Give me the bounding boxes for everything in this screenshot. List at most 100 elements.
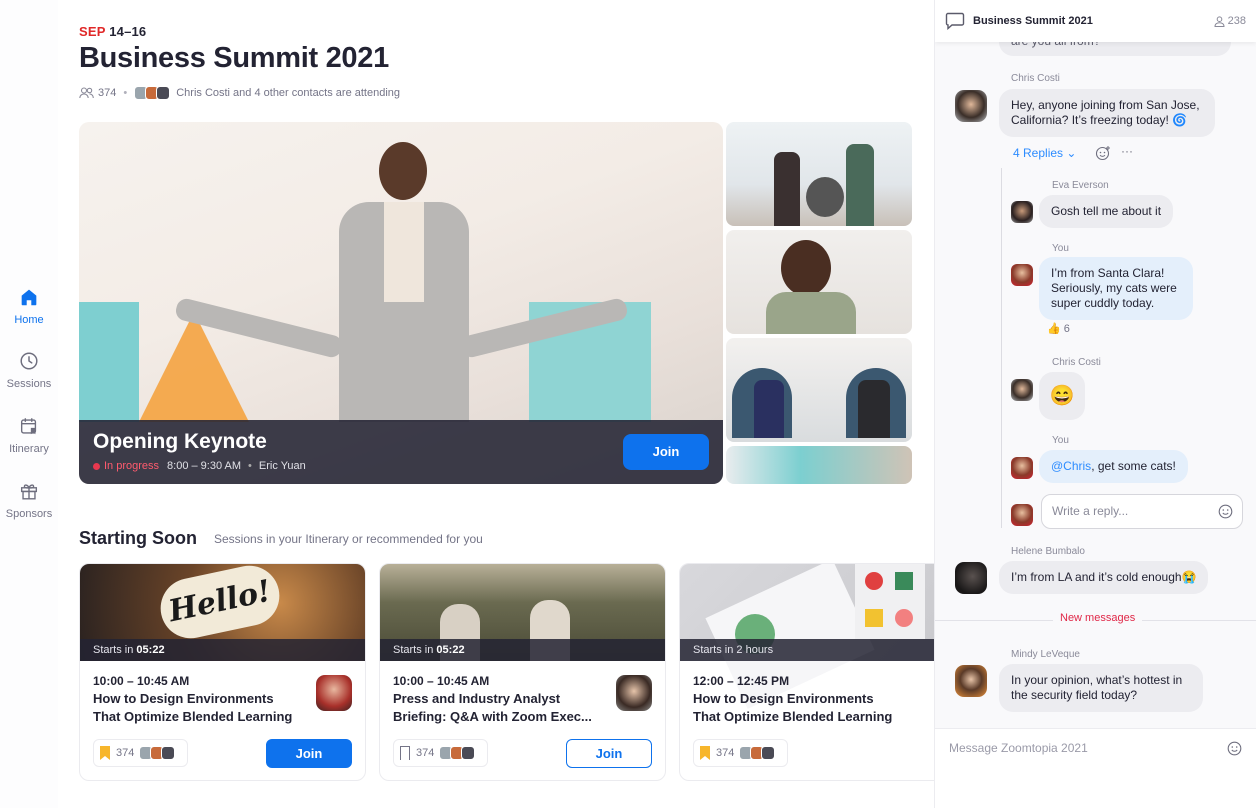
- speaker-image: [339, 142, 469, 422]
- thumbnail-speaker[interactable]: [726, 230, 912, 334]
- message-sender: Mindy LeVeque: [1011, 649, 1080, 660]
- reaction-chip[interactable]: 👍 6: [1047, 322, 1070, 335]
- avatar[interactable]: [955, 665, 987, 697]
- nav-item-label: Itinerary: [9, 443, 49, 455]
- join-session-button[interactable]: Join: [566, 739, 652, 768]
- nav-item-itinerary[interactable]: Itinerary: [0, 415, 58, 455]
- reply-placeholder: Write a reply...: [1052, 504, 1129, 518]
- clock-icon: [20, 352, 38, 370]
- reply-input[interactable]: Write a reply...: [1041, 494, 1243, 529]
- page-title: Business Summit 2021: [79, 42, 389, 74]
- member-count[interactable]: 238: [1214, 15, 1246, 27]
- thumbnail-guitar[interactable]: [726, 446, 912, 484]
- hero-info-bar: Opening Keynote In progress 8:00 – 9:30 …: [79, 420, 723, 484]
- session-card[interactable]: Hello! Starts in 05:22 10:00 – 10:45 AM …: [79, 563, 366, 781]
- new-messages-label: New messages: [1053, 612, 1143, 624]
- session-thumbnails: [726, 122, 912, 484]
- emoji-icon[interactable]: [1227, 741, 1242, 756]
- bookmark-filled-icon[interactable]: [700, 746, 710, 760]
- session-title: How to Design Environments That Optimize…: [93, 691, 293, 724]
- bookmark-filled-icon[interactable]: [100, 746, 110, 760]
- separator-dot: •: [248, 460, 252, 472]
- attendance-chip[interactable]: 374: [93, 739, 189, 767]
- message-bubble: In your opinion, what’s hottest in the s…: [999, 664, 1203, 712]
- left-navigation: Home Sessions Itinerary Sponsors: [0, 0, 58, 808]
- join-keynote-button[interactable]: Join: [623, 434, 709, 470]
- replies-toggle[interactable]: 4 Replies ⌄: [1013, 146, 1076, 160]
- chat-panel: Business Summit 2021 238 are you all fro…: [934, 0, 1256, 808]
- nav-item-sponsors[interactable]: Sponsors: [0, 480, 58, 520]
- avatar[interactable]: [955, 90, 987, 122]
- main-content: SEP 14–16 Business Summit 2021 374 • Chr…: [58, 0, 934, 808]
- message-bubble: I’m from Santa Clara! Seriously, my cats…: [1039, 257, 1193, 320]
- session-title: Press and Industry Analyst Briefing: Q&A…: [393, 691, 592, 724]
- message-bubble: Gosh tell me about it: [1039, 195, 1174, 228]
- thumbnail-panel[interactable]: [726, 338, 912, 442]
- avatar[interactable]: [1011, 264, 1033, 286]
- starts-in-bar: Starts in 05:22: [80, 639, 365, 661]
- nav-item-label: Sponsors: [5, 508, 53, 520]
- event-days: 14–16: [109, 24, 147, 39]
- starts-in-label: Starts in 2 hours: [693, 644, 774, 656]
- add-reaction-icon[interactable]: [1095, 145, 1111, 161]
- session-time: 8:00 – 9:30 AM: [167, 460, 242, 472]
- speaker-avatar: [616, 675, 652, 711]
- composer-placeholder: Message Zoomtopia 2021: [949, 741, 1088, 755]
- join-session-button[interactable]: Join: [266, 739, 352, 768]
- attending-text[interactable]: Chris Costi and 4 other contacts are att…: [176, 87, 400, 99]
- hero-banner-left: [79, 302, 139, 422]
- avatar[interactable]: [1011, 379, 1033, 401]
- starting-soon-subtitle: Sessions in your Itinerary or recommende…: [214, 532, 483, 546]
- starts-in-bar: Starts in 2 hours: [680, 639, 934, 661]
- attendee-count: 374: [98, 87, 117, 99]
- reaction-count: 6: [1063, 323, 1070, 335]
- session-card[interactable]: Starts in 05:22 10:00 – 10:45 AM Press a…: [379, 563, 666, 781]
- session-card[interactable]: Starts in 2 hours 12:00 – 12:45 PM How t…: [679, 563, 934, 781]
- starts-in-bar: Starts in 05:22: [380, 639, 665, 661]
- session-title: How to Design Environments That Optimize…: [693, 691, 893, 724]
- avatar[interactable]: [1011, 201, 1033, 223]
- session-time: 10:00 – 10:45 AM: [393, 674, 490, 688]
- emoji-icon[interactable]: [1218, 504, 1233, 519]
- session-status: In progress: [104, 460, 160, 472]
- starts-in-countdown: 05:22: [136, 644, 165, 656]
- message-sender: Chris Costi: [1011, 73, 1060, 84]
- calendar-bookmark-icon: [20, 418, 37, 435]
- member-count-value: 238: [1227, 15, 1246, 27]
- event-dates: SEP 14–16: [79, 24, 146, 39]
- chat-bubble-icon: [945, 12, 965, 30]
- attendee-count: 374: [416, 747, 435, 759]
- nav-item-home[interactable]: Home: [0, 286, 58, 326]
- attendee-avatars[interactable]: [134, 86, 171, 100]
- avatar: [461, 746, 476, 760]
- session-speaker: Eric Yuan: [258, 460, 306, 472]
- thumbs-up-icon: 👍: [1047, 323, 1061, 335]
- avatar: [156, 86, 171, 100]
- session-time: 10:00 – 10:45 AM: [93, 674, 190, 688]
- more-options-icon[interactable]: ···: [1121, 144, 1133, 158]
- avatar: [161, 746, 176, 760]
- message-bubble: I’m from LA and it’s cold enough😭: [999, 561, 1209, 594]
- starts-in-label: Starts in: [393, 644, 434, 656]
- user-mention[interactable]: @Chris: [1051, 459, 1091, 473]
- thumbnail-band[interactable]: [726, 122, 912, 226]
- message-bubble: @Chris, get some cats!: [1039, 450, 1188, 483]
- bookmark-outline-icon[interactable]: [400, 746, 410, 760]
- attendance-chip[interactable]: 374: [393, 739, 489, 767]
- avatar[interactable]: [1011, 457, 1033, 479]
- keynote-hero[interactable]: Opening Keynote In progress 8:00 – 9:30 …: [79, 122, 723, 484]
- message-text: , get some cats!: [1091, 459, 1176, 473]
- avatar: [761, 746, 776, 760]
- new-messages-divider: New messages: [935, 612, 1256, 624]
- starting-soon-title: Starting Soon: [79, 528, 197, 548]
- gift-icon: [20, 484, 38, 500]
- message-composer[interactable]: Message Zoomtopia 2021: [935, 728, 1256, 808]
- avatar[interactable]: [955, 562, 987, 594]
- separator-dot: •: [123, 87, 128, 99]
- message-sender: You: [1052, 435, 1069, 446]
- attendance-chip[interactable]: 374: [693, 739, 789, 767]
- starts-in-countdown: 05:22: [436, 644, 465, 656]
- nav-item-sessions[interactable]: Sessions: [0, 350, 58, 390]
- nav-item-label: Home: [14, 314, 44, 326]
- session-time: 12:00 – 12:45 PM: [693, 674, 790, 688]
